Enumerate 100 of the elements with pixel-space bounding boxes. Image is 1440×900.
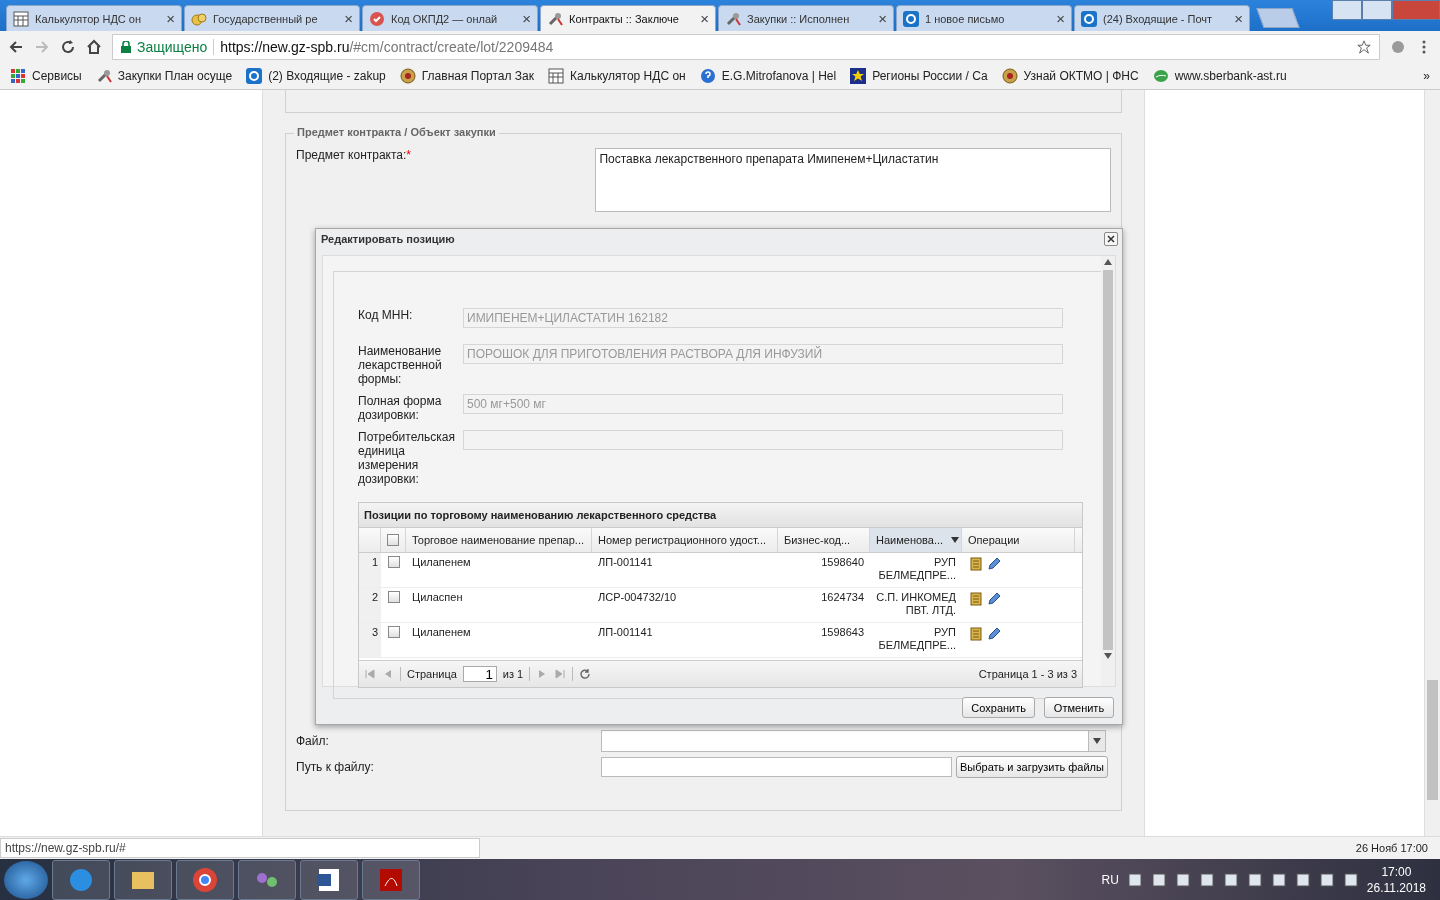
browser-tab[interactable]: 1 новое письмо × <box>896 5 1072 31</box>
column-header[interactable]: Номер регистрационного удост... <box>592 528 778 552</box>
browser-tab[interactable]: Контракты :: Заключе × <box>540 5 716 31</box>
field-label: Код МНН: <box>358 308 414 324</box>
wrench-icon <box>95 67 112 84</box>
page-label: Страница <box>407 668 457 680</box>
bookmark-item[interactable]: Калькулятор НДС он <box>548 67 686 84</box>
start-button[interactable] <box>4 861 48 899</box>
taskbar-button[interactable] <box>114 860 172 900</box>
column-header[interactable]: Наименова... <box>870 528 962 552</box>
page-count: из 1 <box>502 668 524 680</box>
taskbar-button[interactable] <box>238 860 296 900</box>
caret-icon <box>1093 738 1101 744</box>
select-all-checkbox[interactable] <box>387 534 399 546</box>
check-circle-icon <box>369 10 385 27</box>
reload-icon[interactable] <box>60 38 76 55</box>
taskbar-clock[interactable]: 17:00 26.11.2018 <box>1366 864 1426 896</box>
column-header[interactable]: Операции <box>962 528 1075 552</box>
dialog-button[interactable]: Отменить <box>1044 697 1114 718</box>
tab-close-button[interactable]: × <box>522 10 531 27</box>
tab-close-button[interactable]: × <box>700 10 709 27</box>
bookmark-item[interactable]: E.G.Mitrofanova | Hel <box>699 67 837 84</box>
taskbar-button[interactable] <box>176 860 234 900</box>
star-icon <box>850 67 867 84</box>
coins-icon <box>191 10 207 27</box>
browser-tab[interactable]: Калькулятор НДС он × <box>6 5 182 31</box>
browser-tab[interactable]: (24) Входящие - Почт × <box>1074 5 1250 31</box>
tray-app-icon[interactable] <box>1246 872 1263 888</box>
wrench-icon <box>547 10 563 27</box>
pencil-icon[interactable] <box>986 626 1002 642</box>
field-label: Предмет контракта:* <box>296 148 413 164</box>
upload-files-button[interactable]: Выбрать и загрузить файлы <box>956 756 1108 778</box>
refresh-icon[interactable] <box>579 668 592 680</box>
table-cell-text: ЛП-001141 <box>597 555 654 570</box>
tray-app-icon[interactable] <box>1150 872 1167 888</box>
table-cell-text: РУП БЕЛМЕДПРЕ... <box>877 555 957 583</box>
calculator-icon <box>13 10 29 27</box>
caret-icon[interactable] <box>951 537 959 543</box>
scroll-icon[interactable] <box>968 626 984 642</box>
file-path-field[interactable] <box>601 757 952 777</box>
row-number: 2 <box>359 588 381 622</box>
page-number-field[interactable]: 1 <box>462 666 497 682</box>
tab-close-button[interactable]: × <box>344 10 353 27</box>
star-icon[interactable] <box>1357 39 1371 54</box>
maximize-button[interactable] <box>1362 0 1392 20</box>
row-checkbox[interactable] <box>387 591 400 603</box>
tray-app-icon[interactable] <box>1318 872 1335 888</box>
language-indicator[interactable]: RU <box>1101 873 1119 887</box>
tab-close-button[interactable]: × <box>166 10 175 27</box>
tray-app-icon[interactable] <box>1270 872 1287 888</box>
browser-tab[interactable]: Код ОКПД2 — онлай × <box>362 5 538 31</box>
tray-app-icon[interactable] <box>1294 872 1311 888</box>
address-bar[interactable]: Защищено https://new.gz-spb.ru/#cm/contract/create/lot/2209484 <box>112 33 1380 60</box>
dialog-scrollbar[interactable] <box>1101 256 1115 686</box>
emblem-icon <box>1001 67 1018 84</box>
browser-tab[interactable]: Государственный ре × <box>184 5 360 31</box>
minimize-button[interactable] <box>1332 0 1362 20</box>
tab-close-button[interactable]: × <box>1056 10 1065 27</box>
pencil-icon[interactable] <box>986 591 1002 607</box>
bookmark-item[interactable]: Закупки План осуще <box>95 67 233 84</box>
at-sign-icon <box>1081 10 1097 27</box>
home-icon[interactable] <box>86 38 102 55</box>
close-button[interactable] <box>1104 232 1118 246</box>
bookmark-item[interactable]: (2) Входящие - zakup <box>246 67 386 84</box>
at-sign-icon <box>903 10 919 27</box>
scroll-icon[interactable] <box>968 556 984 572</box>
dialog-button[interactable]: Сохранить <box>962 697 1035 718</box>
scroll-up-icon[interactable] <box>1104 259 1112 265</box>
apps-grid-icon <box>10 67 26 84</box>
tab-close-button[interactable]: × <box>1234 10 1243 27</box>
field-label: Наименование лекарственной формы: <box>358 344 443 386</box>
scroll-icon[interactable] <box>968 591 984 607</box>
row-number: 1 <box>359 553 381 587</box>
field-label: Полная форма дозировки: <box>358 394 443 422</box>
table-cell-text: 1598643 <box>820 625 865 640</box>
scroll-down-icon[interactable] <box>1104 653 1112 659</box>
page-scrollbar[interactable] <box>1424 90 1440 836</box>
tab-close-button[interactable]: × <box>878 10 887 27</box>
taskbar-button[interactable] <box>300 860 358 900</box>
new-tab-button[interactable] <box>1256 8 1300 28</box>
bookmark-item[interactable]: Регионы России / Ca <box>850 67 988 84</box>
field-label: Путь к файлу: <box>296 760 375 774</box>
bookmark-item[interactable]: Узнай ОКТМО | ФНС <box>1001 67 1139 84</box>
more-bookmarks-button[interactable]: » <box>1423 68 1430 83</box>
back-arrow-icon[interactable] <box>8 38 24 55</box>
column-header[interactable]: Торговое наименование препар... <box>406 528 592 552</box>
table-cell-text: С.П. ИНКОМЕД ПВТ. ЛТД. <box>875 590 957 618</box>
row-checkbox[interactable] <box>387 556 400 568</box>
pencil-icon[interactable] <box>986 556 1002 572</box>
table-cell-text: Цилапенем <box>411 625 472 640</box>
bookmark-item[interactable]: Сервисы <box>10 67 82 84</box>
row-checkbox[interactable] <box>387 626 400 638</box>
row-number: 3 <box>359 623 381 657</box>
status-url: https://new.gz-spb.ru/# <box>0 838 480 858</box>
bookmark-item[interactable]: Главная Портал Зак <box>399 67 535 84</box>
pdf-icon <box>377 866 405 894</box>
readonly-field[interactable] <box>463 430 1063 450</box>
contract-subject-field[interactable]: Поставка лекарственного препарата Имипенем+Циластатин <box>595 148 1111 212</box>
bookmark-item[interactable]: www.sberbank-ast.ru <box>1152 67 1287 84</box>
browser-tab[interactable]: Закупки :: Исполнен × <box>718 5 894 31</box>
